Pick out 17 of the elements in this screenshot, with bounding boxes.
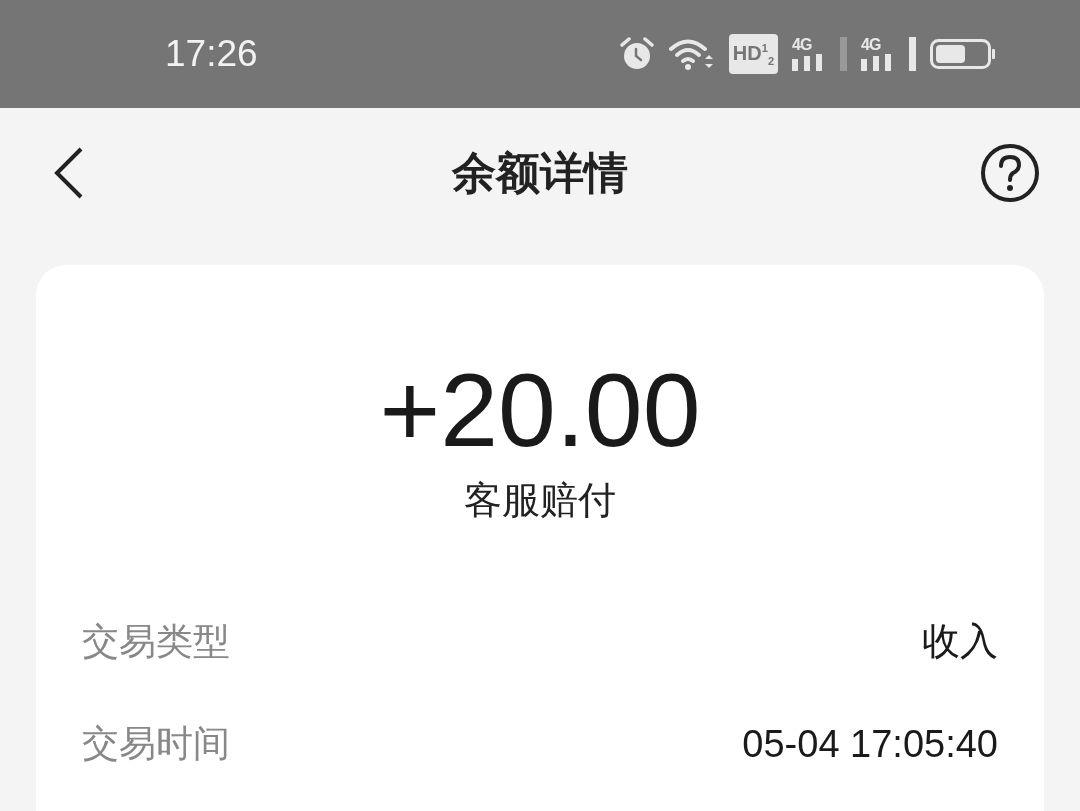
wifi-icon [668,37,715,71]
detail-label: 交易类型 [82,619,230,664]
signal-bar-icon [909,37,916,71]
amount: +20.00 [379,353,701,468]
detail-value: 收入 [922,619,998,665]
signal-bar-icon [840,37,847,71]
back-icon[interactable] [54,147,84,199]
help-icon[interactable] [980,143,1040,203]
detail-value: 05-04 17:05:40 [742,722,998,766]
transaction-description: 客服赔付 [464,478,616,524]
network-type-label: 4G [792,37,812,54]
alarm-clock-icon [618,37,655,71]
page-title: 余额详情 [452,146,628,199]
network-type-label: 4G [861,37,881,54]
status-time: 17:26 [165,33,258,75]
detail-label: 交易时间 [82,722,230,767]
battery-icon [930,39,996,69]
